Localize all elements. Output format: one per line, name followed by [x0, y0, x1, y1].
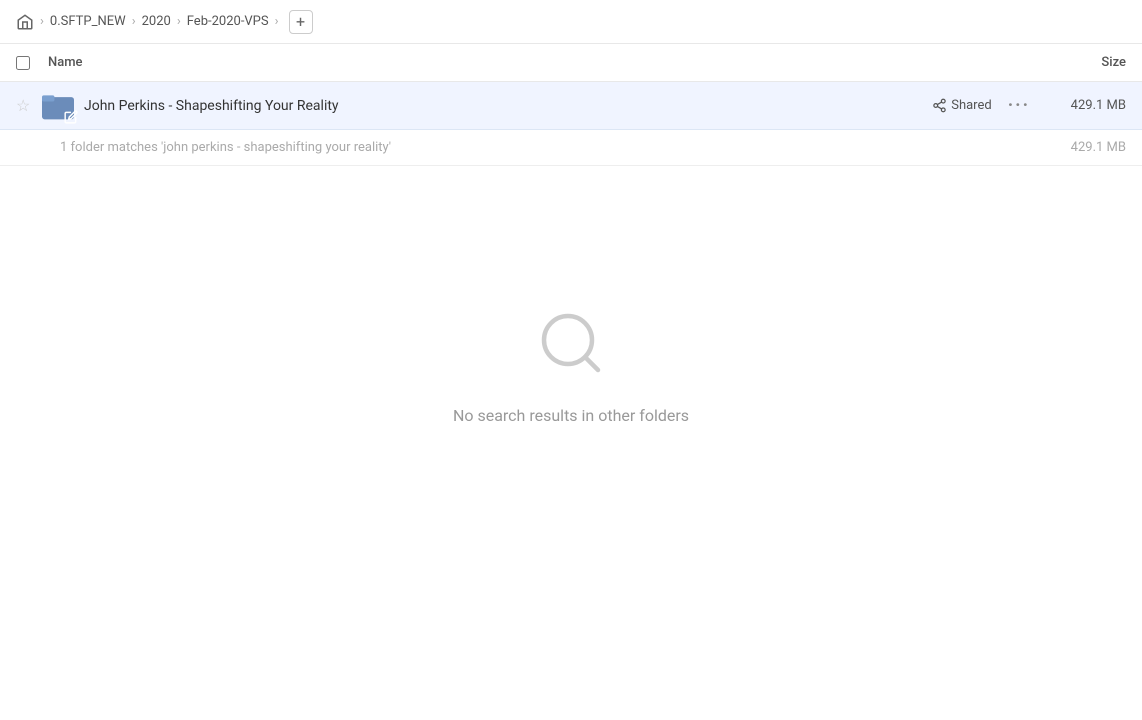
empty-state: No search results in other folders — [0, 166, 1142, 566]
shared-label: Shared — [951, 98, 991, 113]
more-options-button[interactable]: ··· — [1008, 95, 1030, 116]
breadcrumb-sep-2: › — [132, 14, 136, 29]
breadcrumb-sep-3: › — [177, 14, 181, 29]
match-size: 429.1 MB — [1071, 140, 1126, 155]
empty-state-text: No search results in other folders — [453, 406, 689, 425]
column-headers: Name Size — [0, 44, 1142, 82]
file-size: 429.1 MB — [1046, 98, 1126, 113]
file-name: John Perkins - Shapeshifting Your Realit… — [84, 98, 932, 114]
name-column-header: Name — [48, 55, 1046, 70]
breadcrumb-item-2020[interactable]: 2020 — [142, 14, 171, 29]
breadcrumb-bar: › 0.SFTP_NEW › 2020 › Feb-2020-VPS › + — [0, 0, 1142, 44]
breadcrumb-item-sftp[interactable]: 0.SFTP_NEW — [50, 14, 126, 29]
breadcrumb-item-feb[interactable]: Feb-2020-VPS — [187, 14, 269, 29]
table-row[interactable]: ☆ John Perkins - Shapeshifting Your Real… — [0, 82, 1142, 130]
search-icon — [535, 307, 607, 390]
match-info-row: 1 folder matches 'john perkins - shapesh… — [0, 130, 1142, 166]
size-column-header: Size — [1046, 55, 1126, 70]
select-all-checkbox-wrapper[interactable] — [16, 56, 40, 70]
breadcrumb: › 0.SFTP_NEW › 2020 › Feb-2020-VPS › + — [16, 10, 313, 34]
folder-icon — [42, 90, 74, 122]
match-text: 1 folder matches 'john perkins - shapesh… — [60, 140, 1071, 155]
add-breadcrumb-button[interactable]: + — [289, 10, 313, 34]
breadcrumb-sep-4: › — [275, 14, 279, 29]
select-all-checkbox[interactable] — [16, 56, 30, 70]
breadcrumb-sep-1: › — [40, 14, 44, 29]
star-icon[interactable]: ☆ — [16, 96, 36, 115]
shared-badge[interactable]: Shared — [932, 98, 991, 113]
home-icon[interactable] — [16, 13, 34, 31]
